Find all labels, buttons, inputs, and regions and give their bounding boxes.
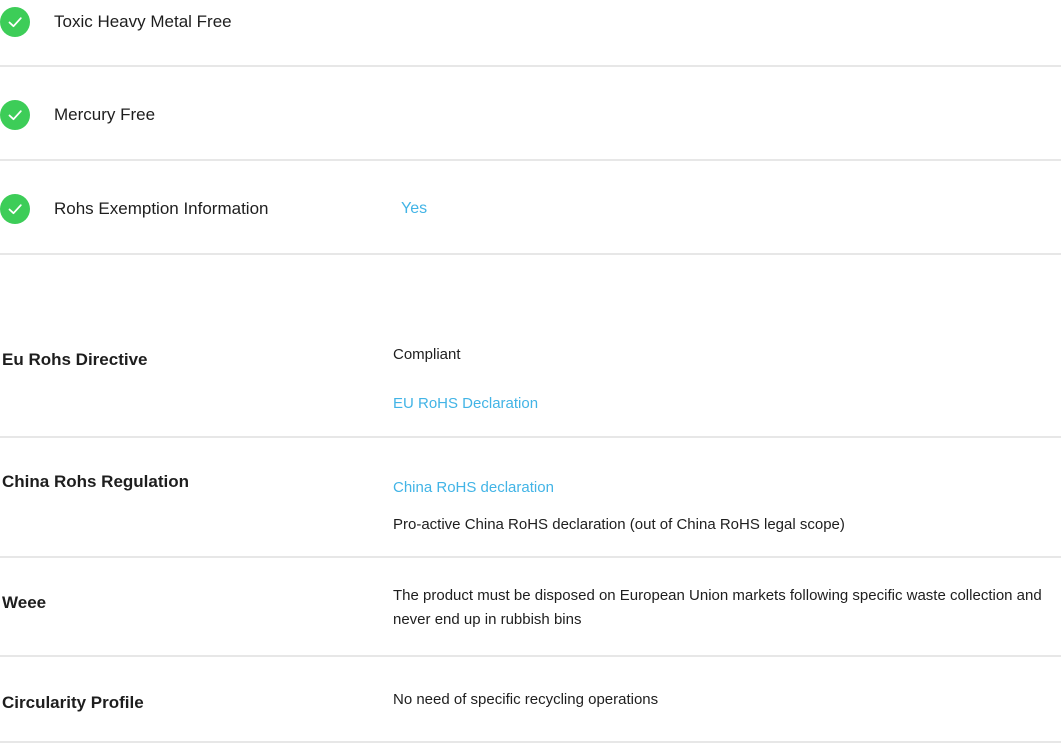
regulation-label: Circularity Profile — [2, 693, 144, 712]
divider — [0, 655, 1061, 657]
checklist-label: Toxic Heavy Metal Free — [54, 12, 232, 31]
divider — [0, 436, 1061, 438]
check-circle-icon — [0, 100, 30, 130]
checklist-item-mercury-free: Mercury Free — [0, 95, 1061, 135]
regulation-text: No need of specific recycling operations — [393, 691, 659, 708]
divider — [0, 556, 1061, 558]
checklist-label: Mercury Free — [54, 105, 156, 124]
rohs-exemption-yes-link[interactable]: Yes — [401, 200, 427, 218]
eu-rohs-declaration-link[interactable]: EU RoHS Declaration — [393, 395, 538, 412]
regulation-label: China Rohs Regulation — [2, 472, 189, 491]
divider — [0, 159, 1061, 161]
regulation-status: Compliant — [393, 346, 461, 363]
regulation-text: The product must be disposed on European… — [393, 587, 1042, 628]
regulation-label: Eu Rohs Directive — [2, 350, 148, 369]
check-circle-icon — [0, 7, 30, 37]
checklist-label: Rohs Exemption Information — [54, 199, 269, 218]
regulation-note: Pro-active China RoHS declaration (out o… — [393, 516, 845, 533]
divider — [0, 741, 1061, 743]
environmental-compliance-panel: Toxic Heavy Metal Free Mercury Free Rohs… — [0, 0, 1061, 744]
divider — [0, 65, 1061, 67]
regulation-label: Weee — [2, 593, 47, 612]
check-circle-icon — [0, 194, 30, 224]
checklist-item-rohs-exemption-information: Rohs Exemption Information Yes — [0, 189, 1061, 229]
china-rohs-declaration-link[interactable]: China RoHS declaration — [393, 479, 554, 496]
divider — [0, 253, 1061, 255]
checklist-item-toxic-heavy-metal-free: Toxic Heavy Metal Free — [0, 2, 1061, 42]
